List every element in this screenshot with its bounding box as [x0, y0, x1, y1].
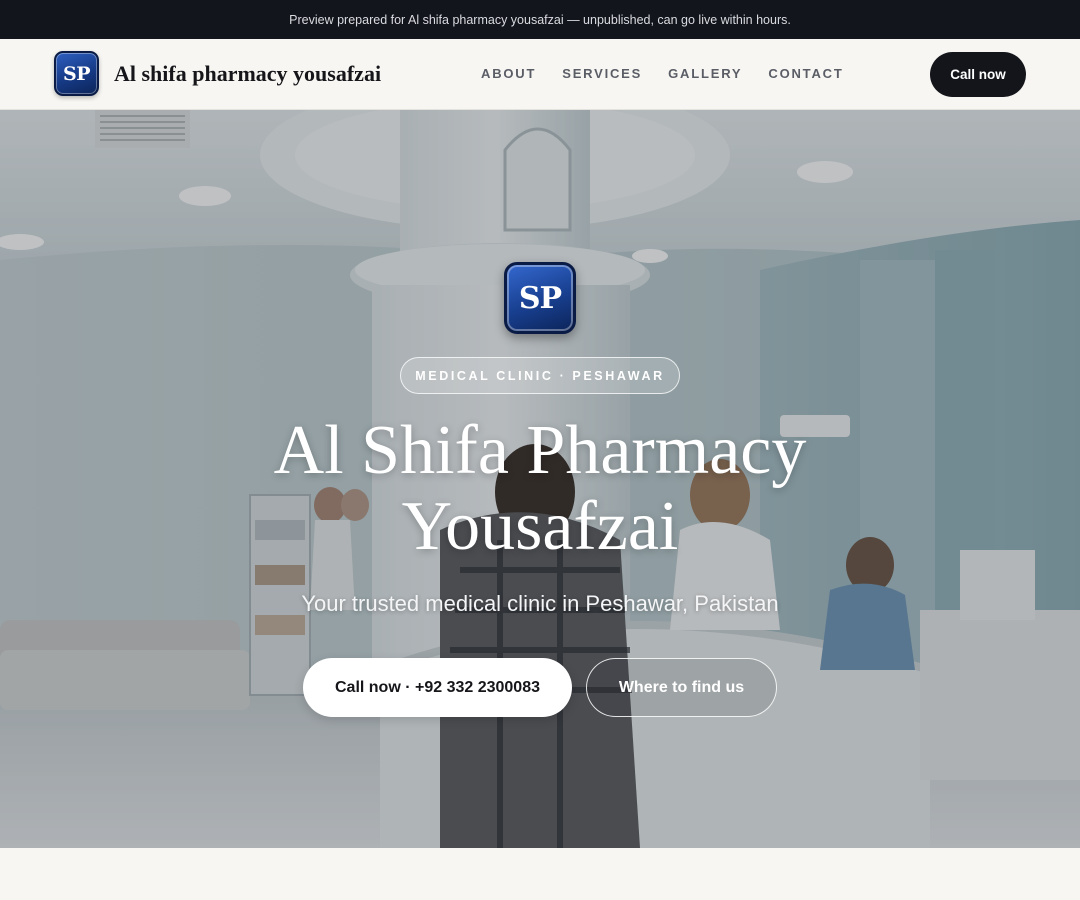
hero-category-badge: MEDICAL CLINIC · PESHAWAR: [400, 357, 680, 394]
nav-link-gallery[interactable]: GALLERY: [668, 66, 742, 81]
hero-logo: SP: [504, 262, 576, 334]
site-header: SP Al shifa pharmacy yousafzai ABOUT SER…: [0, 39, 1080, 110]
hero-content: SP MEDICAL CLINIC · PESHAWAR Al Shifa Ph…: [0, 110, 1080, 848]
main-nav: ABOUT SERVICES GALLERY CONTACT: [481, 66, 844, 81]
hero-title: Al Shifa Pharmacy Yousafzai: [140, 413, 940, 565]
nav-link-contact[interactable]: CONTACT: [768, 66, 843, 81]
next-section: [0, 848, 1080, 900]
hero-call-button[interactable]: Call now · +92 332 2300083: [303, 658, 572, 717]
hero-title-line2: Yousafzai: [401, 488, 679, 565]
preview-banner: Preview prepared for Al shifa pharmacy y…: [0, 0, 1080, 39]
hero-title-line1: Al Shifa Pharmacy: [273, 412, 807, 489]
brand[interactable]: SP Al shifa pharmacy yousafzai: [54, 51, 381, 96]
preview-banner-text: Preview prepared for Al shifa pharmacy y…: [289, 12, 791, 27]
hero-directions-button[interactable]: Where to find us: [586, 658, 777, 717]
nav-link-services[interactable]: SERVICES: [562, 66, 642, 81]
nav-link-about[interactable]: ABOUT: [481, 66, 536, 81]
hero-section: SP MEDICAL CLINIC · PESHAWAR Al Shifa Ph…: [0, 110, 1080, 848]
hero-subtitle: Your trusted medical clinic in Peshawar,…: [301, 591, 779, 616]
brand-logo: SP: [54, 51, 99, 96]
brand-name: Al shifa pharmacy yousafzai: [114, 60, 382, 86]
header-call-now-button[interactable]: Call now: [930, 52, 1026, 97]
